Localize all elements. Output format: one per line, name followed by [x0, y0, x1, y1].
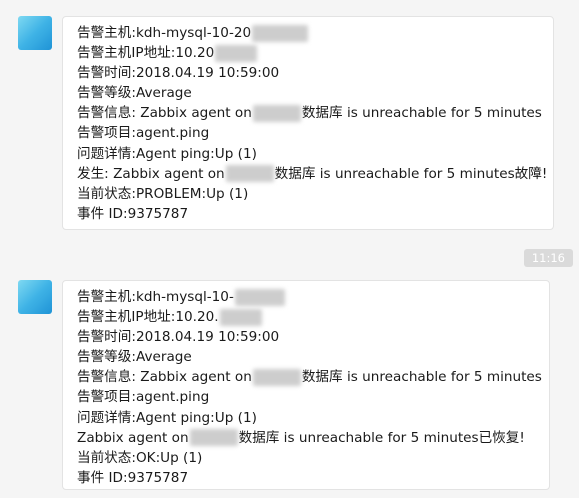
alert-item-line: 告警项目:agent.ping — [77, 125, 210, 142]
message-bubble: 告警主机:kdh-mysql-10-20 告警主机IP地址:10.20 告警时间… — [62, 16, 554, 230]
alert-item-line: 告警项目:agent.ping — [77, 389, 210, 406]
redacted-text — [189, 429, 238, 447]
sender-avatar[interactable] — [18, 16, 52, 50]
alert-event-id-line: 事件 ID:9375787 — [77, 469, 189, 486]
message-bubble: 告警主机:kdh-mysql-10- 告警主机IP地址:10.20. 告警时间:… — [62, 280, 550, 490]
redacted-text — [234, 288, 285, 306]
alert-time-line: 告警时间:2018.04.19 10:59:00 — [77, 65, 280, 82]
alert-level-line: 告警等级:Average — [77, 349, 192, 366]
alert-level-line: 告警等级:Average — [77, 85, 192, 102]
alert-host-line: 告警主机:kdh-mysql-10-20 — [77, 23, 543, 43]
alert-status-line: 当前状态:PROBLEM:Up (1) — [77, 185, 249, 202]
alert-info-line: 告警信息: Zabbix agent on 数据库 is unreachable … — [77, 368, 542, 386]
redacted-text — [215, 44, 258, 62]
message-timestamp: 11:16 — [523, 249, 573, 267]
alert-detail-line: 问题详情:Agent ping:Up (1) — [77, 409, 257, 426]
alert-event-id-line: 事件 ID:9375787 — [77, 205, 189, 222]
redacted-text — [252, 24, 309, 42]
alert-info-line: 告警信息: Zabbix agent on 数据库 is unreachable … — [77, 104, 542, 122]
redacted-text — [219, 308, 262, 326]
alert-detail-line: 问题详情:Agent ping:Up (1) — [77, 145, 257, 162]
alert-status-line: 当前状态:OK:Up (1) — [77, 449, 203, 466]
alert-time-line: 告警时间:2018.04.19 10:59:00 — [77, 329, 280, 346]
redacted-text — [252, 368, 301, 386]
alert-ip-line: 告警主机IP地址:10.20 — [77, 43, 543, 63]
alert-event-line: 发生: Zabbix agent on 数据库 is unreachable fo… — [77, 165, 548, 183]
redacted-text — [252, 104, 301, 122]
alert-host-line: 告警主机:kdh-mysql-10- — [77, 287, 539, 307]
alert-ip-line: 告警主机IP地址:10.20. — [77, 307, 539, 327]
sender-avatar[interactable] — [18, 280, 52, 314]
alert-event-line: Zabbix agent on 数据库 is unreachable for 5 … — [77, 429, 525, 447]
redacted-text — [225, 165, 274, 183]
